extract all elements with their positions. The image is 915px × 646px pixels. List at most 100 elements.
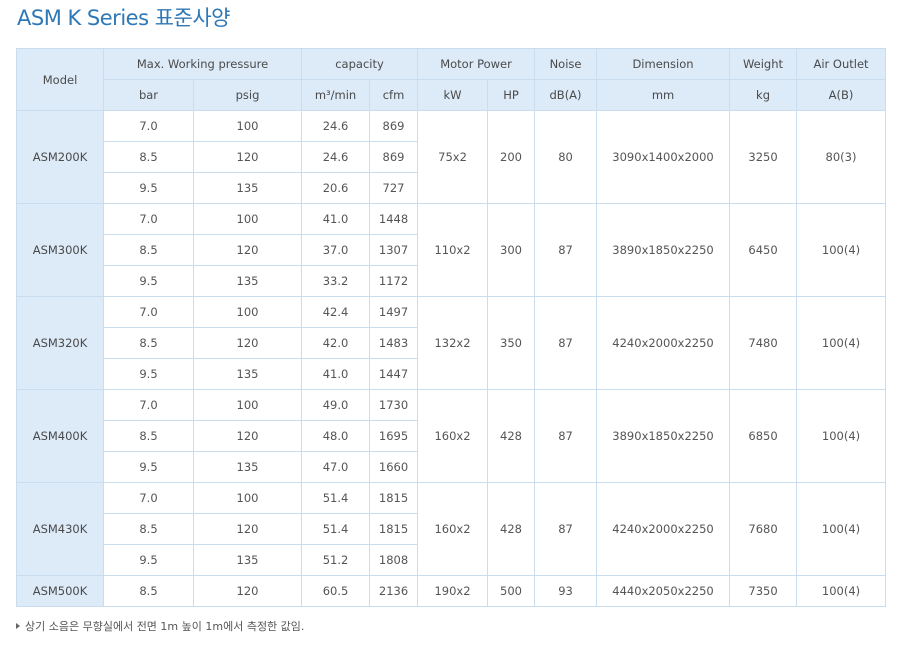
unit-row: bar psig m³/min cfm kW HP dB(A) mm kg A(… — [17, 79, 887, 111]
page-title: ASM K Series 표준사양 — [17, 6, 230, 30]
cell-noise: 87 — [534, 296, 598, 390]
header-air-outlet: Air Outlet — [796, 48, 887, 80]
cell-cfm: 1483 — [369, 327, 419, 359]
header-weight: Weight — [729, 48, 798, 80]
cell-psig: 120 — [192, 513, 303, 545]
cell-air-outlet: 100(4) — [796, 296, 887, 390]
cell-psig: 120 — [192, 327, 303, 359]
cell-air-outlet: 100(4) — [796, 389, 887, 483]
cell-dimension: 4440x2050x2250 — [596, 575, 731, 607]
cell-bar: 7.0 — [103, 203, 194, 235]
cell-psig: 120 — [192, 575, 303, 607]
cell-model: ASM500K — [16, 575, 104, 607]
cell-noise: 87 — [534, 203, 598, 297]
unit-ab: A(B) — [796, 79, 887, 111]
cell-weight: 7480 — [729, 296, 798, 390]
table-row: ASM300K 7.0 100 41.0 1448 110x2 300 87 3890x1850… — [16, 203, 887, 297]
cell-cfm: 727 — [369, 172, 419, 204]
cell-hp: 300 — [487, 203, 536, 297]
unit-dba: dB(A) — [534, 79, 598, 111]
cell-m3-min: 20.6 — [301, 172, 371, 204]
cell-air-outlet: 100(4) — [796, 203, 887, 297]
cell-kw: 160x2 — [417, 482, 489, 576]
cell-cfm: 1447 — [369, 358, 419, 390]
cell-weight: 7680 — [729, 482, 798, 576]
cell-model: ASM430K — [16, 482, 104, 576]
cell-cfm: 1730 — [369, 389, 419, 421]
unit-kg: kg — [729, 79, 798, 111]
header-pressure: Max. Working pressure — [102, 48, 303, 80]
cell-hp: 350 — [487, 296, 536, 390]
cell-m3-min: 51.4 — [301, 513, 371, 545]
cell-model: ASM300K — [16, 203, 104, 297]
cell-air-outlet: 100(4) — [796, 575, 887, 607]
cell-m3-min: 42.0 — [301, 327, 371, 359]
noise-note: 상기 소음은 무향실에서 전면 1m 높이 1m에서 측정한 값임. — [16, 618, 304, 634]
cell-weight: 6850 — [729, 389, 798, 483]
cell-cfm: 869 — [369, 110, 419, 142]
unit-psig: psig — [192, 79, 303, 111]
table-row: ASM500K 8.5 120 60.5 2136 190x2 500 93 4440x2050… — [16, 575, 887, 607]
cell-cfm: 1815 — [369, 482, 419, 514]
cell-bar: 8.5 — [103, 327, 194, 359]
cell-bar: 7.0 — [103, 296, 194, 328]
cell-psig: 135 — [192, 544, 303, 576]
cell-cfm: 1448 — [369, 203, 419, 235]
cell-m3-min: 51.4 — [301, 482, 371, 514]
unit-hp: HP — [487, 79, 536, 111]
cell-m3-min: 37.0 — [301, 234, 371, 266]
unit-cfm: cfm — [369, 79, 419, 111]
cell-model: ASM320K — [16, 296, 104, 390]
cell-bar: 9.5 — [103, 544, 194, 576]
cell-kw: 132x2 — [417, 296, 489, 390]
cell-dimension: 4240x2000x2250 — [596, 296, 731, 390]
cell-m3-min: 47.0 — [301, 451, 371, 483]
spec-table: Model Max. Working pressure capacity Mot… — [16, 48, 887, 607]
unit-mm: mm — [596, 79, 731, 111]
cell-m3-min: 41.0 — [301, 203, 371, 235]
header-row: Model Max. Working pressure capacity Mot… — [16, 48, 887, 111]
cell-cfm: 1660 — [369, 451, 419, 483]
header-model: Model — [16, 48, 104, 111]
cell-cfm: 1808 — [369, 544, 419, 576]
cell-psig: 100 — [192, 110, 303, 142]
cell-bar: 8.5 — [103, 141, 194, 173]
cell-psig: 135 — [192, 358, 303, 390]
cell-bar: 7.0 — [103, 110, 194, 142]
cell-bar: 9.5 — [103, 172, 194, 204]
cell-psig: 100 — [192, 296, 303, 328]
cell-m3-min: 49.0 — [301, 389, 371, 421]
header-noise: Noise — [534, 48, 598, 80]
cell-kw: 190x2 — [417, 575, 489, 607]
cell-bar: 8.5 — [103, 420, 194, 452]
cell-noise: 93 — [534, 575, 598, 607]
cell-dimension: 3890x1850x2250 — [596, 203, 731, 297]
bullet-arrow-icon — [16, 623, 20, 629]
cell-bar: 8.5 — [103, 513, 194, 545]
cell-psig: 135 — [192, 451, 303, 483]
cell-bar: 7.0 — [103, 482, 194, 514]
header-capacity: capacity — [301, 48, 419, 80]
cell-weight: 6450 — [729, 203, 798, 297]
cell-bar: 9.5 — [103, 265, 194, 297]
cell-cfm: 1307 — [369, 234, 419, 266]
cell-bar: 8.5 — [103, 575, 194, 607]
unit-bar: bar — [103, 79, 194, 111]
unit-kw: kW — [417, 79, 489, 111]
table-row: ASM430K 7.0 100 51.4 1815 160x2 428 87 4240x2000… — [16, 482, 887, 576]
cell-m3-min: 60.5 — [301, 575, 371, 607]
cell-psig: 135 — [192, 172, 303, 204]
cell-dimension: 4240x2000x2250 — [596, 482, 731, 576]
cell-psig: 120 — [192, 420, 303, 452]
cell-air-outlet: 80(3) — [796, 110, 887, 204]
cell-bar: 7.0 — [103, 389, 194, 421]
cell-model: ASM400K — [16, 389, 104, 483]
cell-cfm: 2136 — [369, 575, 419, 607]
cell-weight: 3250 — [729, 110, 798, 204]
cell-dimension: 3890x1850x2250 — [596, 389, 731, 483]
cell-m3-min: 33.2 — [301, 265, 371, 297]
cell-kw: 75x2 — [417, 110, 489, 204]
table-row: ASM200K 7.0 100 24.6 869 75x2 200 80 3090x1400x2… — [16, 110, 887, 204]
cell-cfm: 1815 — [369, 513, 419, 545]
cell-bar: 9.5 — [103, 358, 194, 390]
